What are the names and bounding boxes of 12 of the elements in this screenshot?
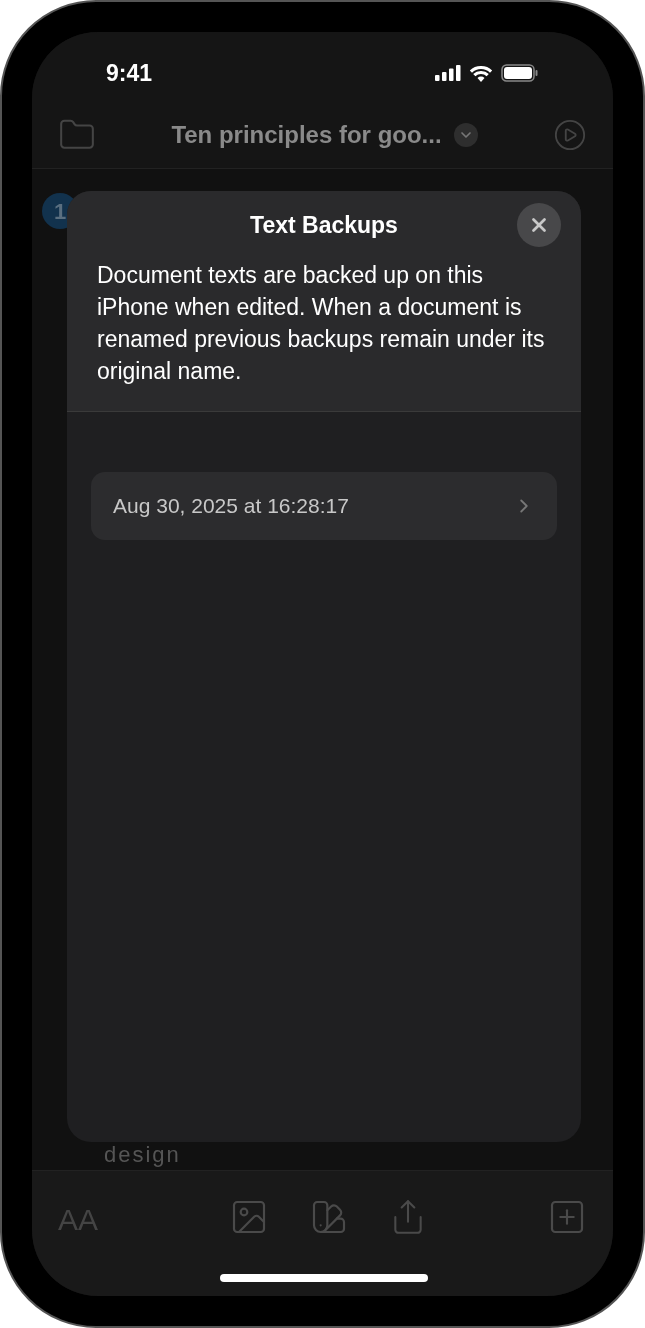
backup-row[interactable]: Aug 30, 2025 at 16:28:17 [91, 472, 557, 540]
sheet-description: Document texts are backed up on this iPhone when edited. When a document is renamed previous backups remain under its original name. [97, 261, 546, 386]
close-button[interactable] [517, 203, 561, 247]
chevron-down-icon[interactable] [453, 123, 478, 147]
status-time: 9:41 [106, 58, 153, 88]
wifi-icon [469, 64, 493, 82]
signal-icon [435, 65, 461, 81]
document-title[interactable]: Ten principles for goo... [171, 117, 442, 153]
document-text: design [104, 1142, 182, 1168]
sheet-title: Text Backups [250, 210, 398, 240]
play-icon[interactable] [553, 118, 587, 152]
battery-icon [501, 64, 539, 82]
